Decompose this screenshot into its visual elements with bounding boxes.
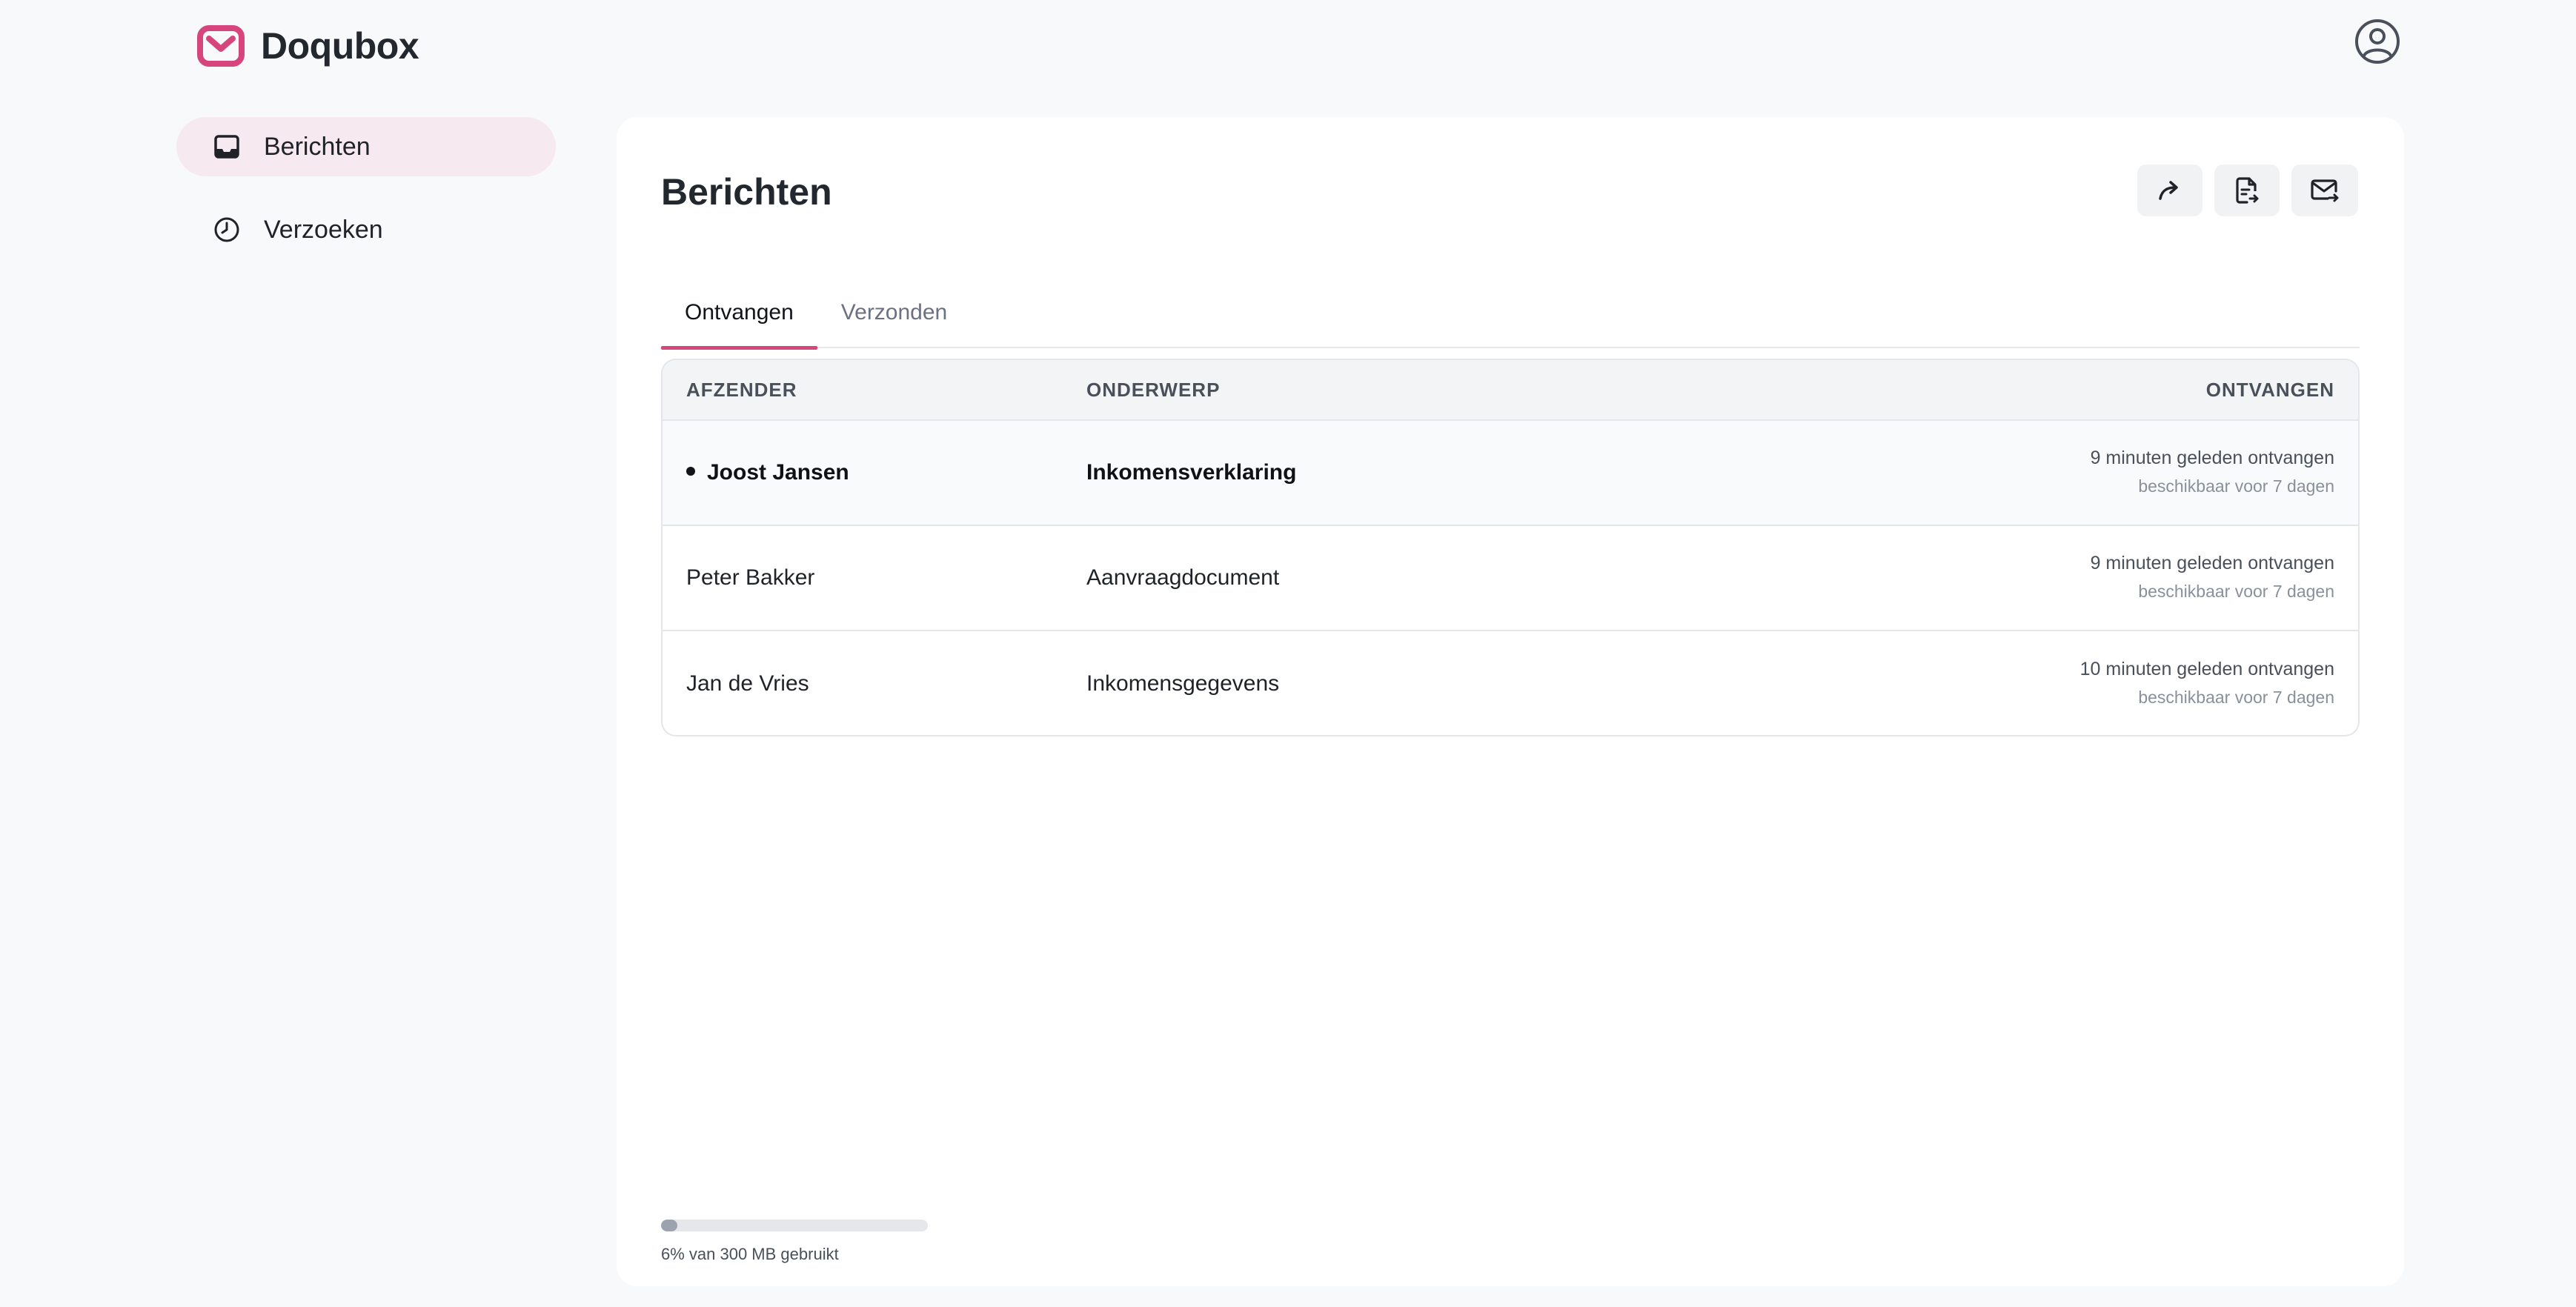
sidebar-item-verzoeken[interactable]: Verzoeken (176, 200, 556, 259)
table-row[interactable]: Jan de Vries Inkomensgegevens 10 minuten… (663, 631, 2358, 735)
received-cell: 10 minuten geleden ontvangen beschikbaar… (1839, 656, 2358, 712)
availability-text: beschikbaar voor 7 dagen (2138, 476, 2334, 496)
sidebar: Berichten Verzoeken (176, 117, 556, 283)
messages-table: AFZENDER ONDERWERP ONTVANGEN Joost Janse… (661, 359, 2360, 736)
storage-progress-bar (661, 1220, 928, 1231)
subject-cell: Aanvraagdocument (1086, 565, 1280, 590)
sidebar-item-label: Berichten (264, 132, 371, 161)
sidebar-item-label: Verzoeken (264, 215, 383, 244)
document-arrow-icon (2236, 177, 2259, 204)
user-circle-icon (2355, 19, 2400, 64)
column-header-received[interactable]: ONTVANGEN (1839, 379, 2358, 402)
inbox-icon (212, 132, 242, 162)
received-time: 10 minuten geleden ontvangen (2079, 659, 2334, 679)
logo[interactable]: Doqubox (197, 24, 419, 68)
envelope-logo-icon (197, 25, 245, 67)
send-mail-button[interactable] (2291, 164, 2358, 216)
mail-arrow-icon (2311, 179, 2339, 202)
action-toolbar (2137, 164, 2358, 216)
main-panel: Berichten Ontvangen Verzonden AFZENDER O… (617, 117, 2404, 1286)
clock-icon (212, 215, 242, 245)
storage-progress-fill (661, 1220, 677, 1231)
column-header-subject[interactable]: ONDERWERP (1086, 379, 1839, 402)
table-row[interactable]: Joost Jansen Inkomensverklaring 9 minute… (663, 421, 2358, 526)
availability-text: beschikbaar voor 7 dagen (2138, 688, 2334, 707)
send-document-button[interactable] (2214, 164, 2280, 216)
storage-usage: 6% van 300 MB gebruikt (661, 1220, 928, 1264)
subject-cell: Inkomensgegevens (1086, 671, 1280, 696)
column-header-sender[interactable]: AFZENDER (663, 379, 1086, 402)
forward-button[interactable] (2137, 164, 2202, 216)
table-row[interactable]: Peter Bakker Aanvraagdocument 9 minuten … (663, 526, 2358, 631)
received-time: 9 minuten geleden ontvangen (2090, 553, 2334, 573)
page-title: Berichten (661, 171, 832, 213)
subject-cell: Inkomensverklaring (1086, 460, 1297, 485)
brand-name: Doqubox (261, 25, 419, 67)
sidebar-item-berichten[interactable]: Berichten (176, 117, 556, 176)
sender-name: Joost Jansen (707, 460, 849, 485)
tab-verzonden[interactable]: Verzonden (817, 277, 971, 348)
account-button[interactable] (2354, 18, 2401, 65)
storage-usage-text: 6% van 300 MB gebruikt (661, 1245, 839, 1263)
message-tabs: Ontvangen Verzonden (661, 277, 2360, 350)
unread-dot-icon (686, 467, 695, 476)
forward-arrow-icon (2159, 181, 2178, 200)
tab-ontvangen[interactable]: Ontvangen (661, 277, 817, 350)
sender-cell: Peter Bakker (686, 565, 815, 590)
received-cell: 9 minuten geleden ontvangen beschikbaar … (1839, 550, 2358, 606)
received-time: 9 minuten geleden ontvangen (2090, 448, 2334, 468)
table-header: AFZENDER ONDERWERP ONTVANGEN (663, 360, 2358, 421)
sender-cell: Joost Jansen (663, 460, 1086, 485)
sender-cell: Jan de Vries (686, 671, 809, 696)
availability-text: beschikbaar voor 7 dagen (2138, 582, 2334, 601)
received-cell: 9 minuten geleden ontvangen beschikbaar … (1839, 445, 2358, 501)
